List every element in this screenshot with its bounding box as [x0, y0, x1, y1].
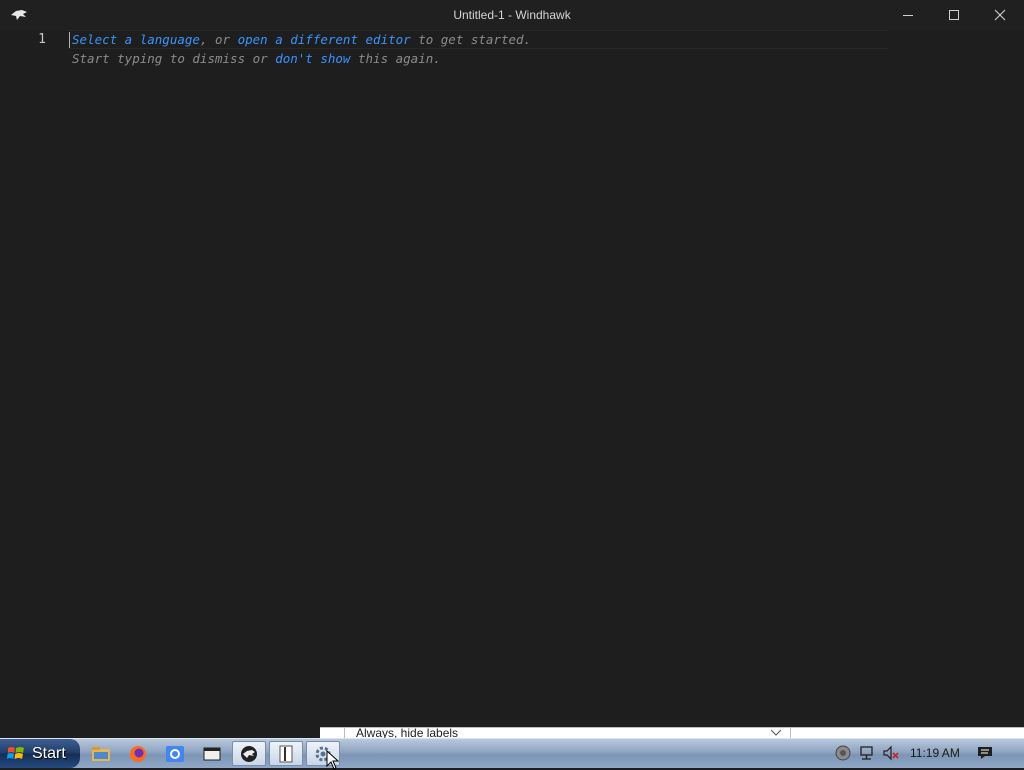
taskbar: Start 11:19 AM [0, 738, 1024, 768]
notepad-icon [279, 745, 293, 762]
firefox-icon [130, 745, 146, 762]
maximize-icon [949, 10, 959, 20]
taskbar-item-firefox[interactable] [121, 741, 155, 766]
start-label: Start [32, 744, 66, 762]
maximize-button[interactable] [931, 0, 977, 30]
window-icon [203, 747, 221, 760]
hint-start: Start typing to dismiss or [72, 51, 276, 66]
folder-icon [92, 746, 110, 761]
start-button[interactable]: Start [0, 739, 80, 768]
hint-sep: , or [199, 32, 238, 47]
dont-show-link[interactable]: don't show [275, 51, 350, 66]
open-different-editor-link[interactable]: open a different editor [238, 32, 411, 47]
select-language-link[interactable]: Select a language [72, 32, 200, 47]
taskbar-item-chrome[interactable] [158, 741, 192, 766]
taskbar-item-file-explorer[interactable] [84, 741, 118, 766]
vertical-scrollbar[interactable] [1010, 30, 1014, 690]
hint-line-2: Start typing to dismiss or don't show th… [72, 49, 441, 68]
editor-area[interactable]: 1 Select a language, or open a different… [0, 30, 1024, 727]
window-title: Untitled-1 - Windhawk [453, 8, 571, 22]
chrome-icon [166, 745, 184, 762]
minimize-button[interactable] [885, 0, 931, 30]
network-globe-icon[interactable] [834, 744, 852, 762]
mouse-pointer-icon [326, 750, 340, 770]
chevron-down-icon[interactable] [770, 728, 782, 738]
network-icon[interactable] [858, 744, 876, 762]
minimize-icon [903, 15, 913, 16]
action-center-icon[interactable] [976, 744, 994, 762]
close-button[interactable] [977, 0, 1023, 30]
title-bar: Untitled-1 - Windhawk [0, 0, 1024, 30]
taskbar-item-window-app[interactable] [195, 741, 229, 766]
hint-line-1: Select a language, or open a different e… [72, 30, 531, 49]
hint-tail-2: this again. [350, 51, 441, 66]
hint-tail-1: to get started. [410, 32, 532, 47]
text-cursor [69, 32, 70, 48]
clock[interactable]: 11:19 AM [910, 746, 960, 760]
close-icon [994, 9, 1006, 21]
taskbar-item-windhawk[interactable] [232, 741, 266, 766]
windhawk-icon [241, 745, 257, 762]
line-number: 1 [38, 32, 46, 47]
taskbar-item-notepad[interactable] [269, 741, 303, 766]
volume-muted-icon[interactable] [882, 744, 900, 762]
windows-logo-icon [7, 746, 24, 759]
